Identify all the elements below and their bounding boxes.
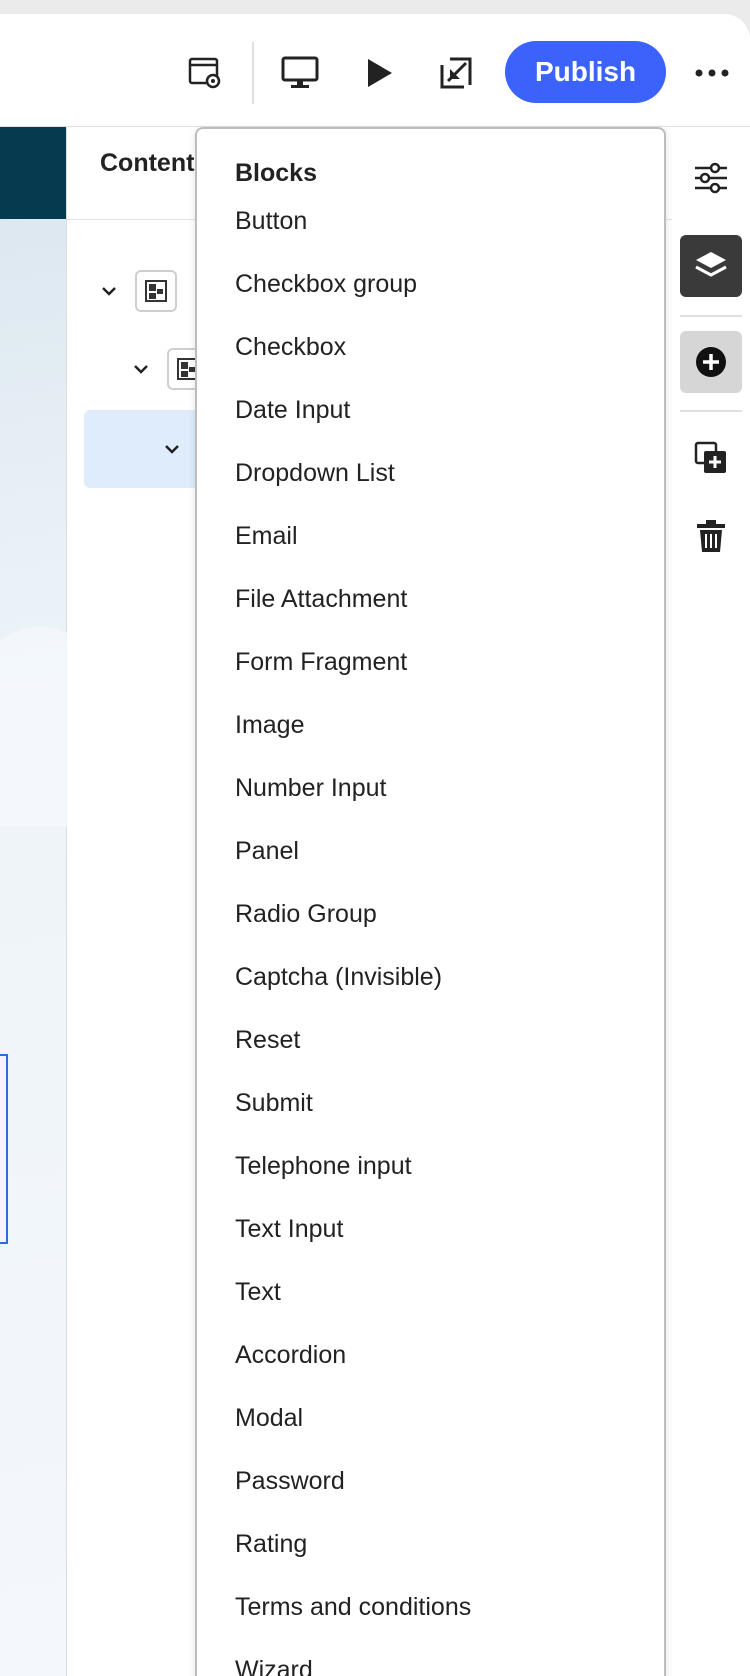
add-icon[interactable] [680, 331, 742, 393]
menu-item-radio-group[interactable]: Radio Group [197, 883, 664, 946]
chevron-down-icon[interactable] [97, 279, 121, 303]
open-in-new-icon[interactable] [434, 51, 478, 95]
menu-item-image[interactable]: Image [197, 694, 664, 757]
menu-item-dropdown-list[interactable]: Dropdown List [197, 442, 664, 505]
rail-separator [680, 315, 742, 317]
canvas-banner [0, 127, 66, 219]
play-icon[interactable] [357, 51, 401, 95]
blocks-menu-heading: Blocks [235, 159, 317, 187]
chevron-down-icon[interactable] [160, 437, 184, 461]
menu-item-checkbox[interactable]: Checkbox [197, 316, 664, 379]
menu-item-email[interactable]: Email [197, 505, 664, 568]
menu-item-telephone-input[interactable]: Telephone input [197, 1135, 664, 1198]
menu-item-form-fragment[interactable]: Form Fragment [197, 631, 664, 694]
menu-item-panel[interactable]: Panel [197, 820, 664, 883]
content-tree-icon[interactable] [680, 235, 742, 297]
menu-item-rating[interactable]: Rating [197, 1513, 664, 1576]
canvas-selected-field[interactable] [0, 1054, 8, 1244]
publish-button[interactable]: Publish [505, 41, 666, 103]
top-toolbar: Publish [0, 14, 750, 127]
form-canvas[interactable] [0, 127, 120, 1676]
content-panel-title: Content [100, 149, 195, 177]
chevron-down-icon[interactable] [129, 357, 153, 381]
container-icon [135, 270, 177, 312]
menu-item-reset[interactable]: Reset [197, 1009, 664, 1072]
menu-item-wizard[interactable]: Wizard [197, 1639, 664, 1676]
desktop-preview-icon[interactable] [278, 51, 322, 95]
menu-item-text[interactable]: Text [197, 1261, 664, 1324]
menu-item-submit[interactable]: Submit [197, 1072, 664, 1135]
menu-item-number-input[interactable]: Number Input [197, 757, 664, 820]
right-rail [672, 127, 750, 1676]
menu-item-modal[interactable]: Modal [197, 1387, 664, 1450]
delete-icon[interactable] [680, 505, 742, 567]
menu-item-date-input[interactable]: Date Input [197, 379, 664, 442]
menu-item-checkbox-group[interactable]: Checkbox group [197, 253, 664, 316]
menu-item-text-input[interactable]: Text Input [197, 1198, 664, 1261]
more-icon[interactable] [690, 51, 734, 95]
blocks-list: Button Checkbox group Checkbox Date Inpu… [197, 190, 664, 1676]
duplicate-icon[interactable] [680, 427, 742, 489]
menu-item-password[interactable]: Password [197, 1450, 664, 1513]
rail-separator [680, 410, 742, 412]
editor-window: Publish Content Blocks Button Checkbox g… [0, 14, 750, 1676]
toolbar-separator [252, 42, 254, 104]
menu-item-file-attachment[interactable]: File Attachment [197, 568, 664, 631]
properties-icon[interactable] [680, 147, 742, 209]
menu-item-button[interactable]: Button [197, 190, 664, 253]
blocks-menu: Blocks Button Checkbox group Checkbox Da… [195, 127, 666, 1676]
tree-item-form[interactable] [97, 261, 177, 321]
menu-item-captcha[interactable]: Captcha (Invisible) [197, 946, 664, 1009]
menu-item-accordion[interactable]: Accordion [197, 1324, 664, 1387]
menu-item-terms-and-conditions[interactable]: Terms and conditions [197, 1576, 664, 1639]
form-properties-icon[interactable] [183, 51, 227, 95]
